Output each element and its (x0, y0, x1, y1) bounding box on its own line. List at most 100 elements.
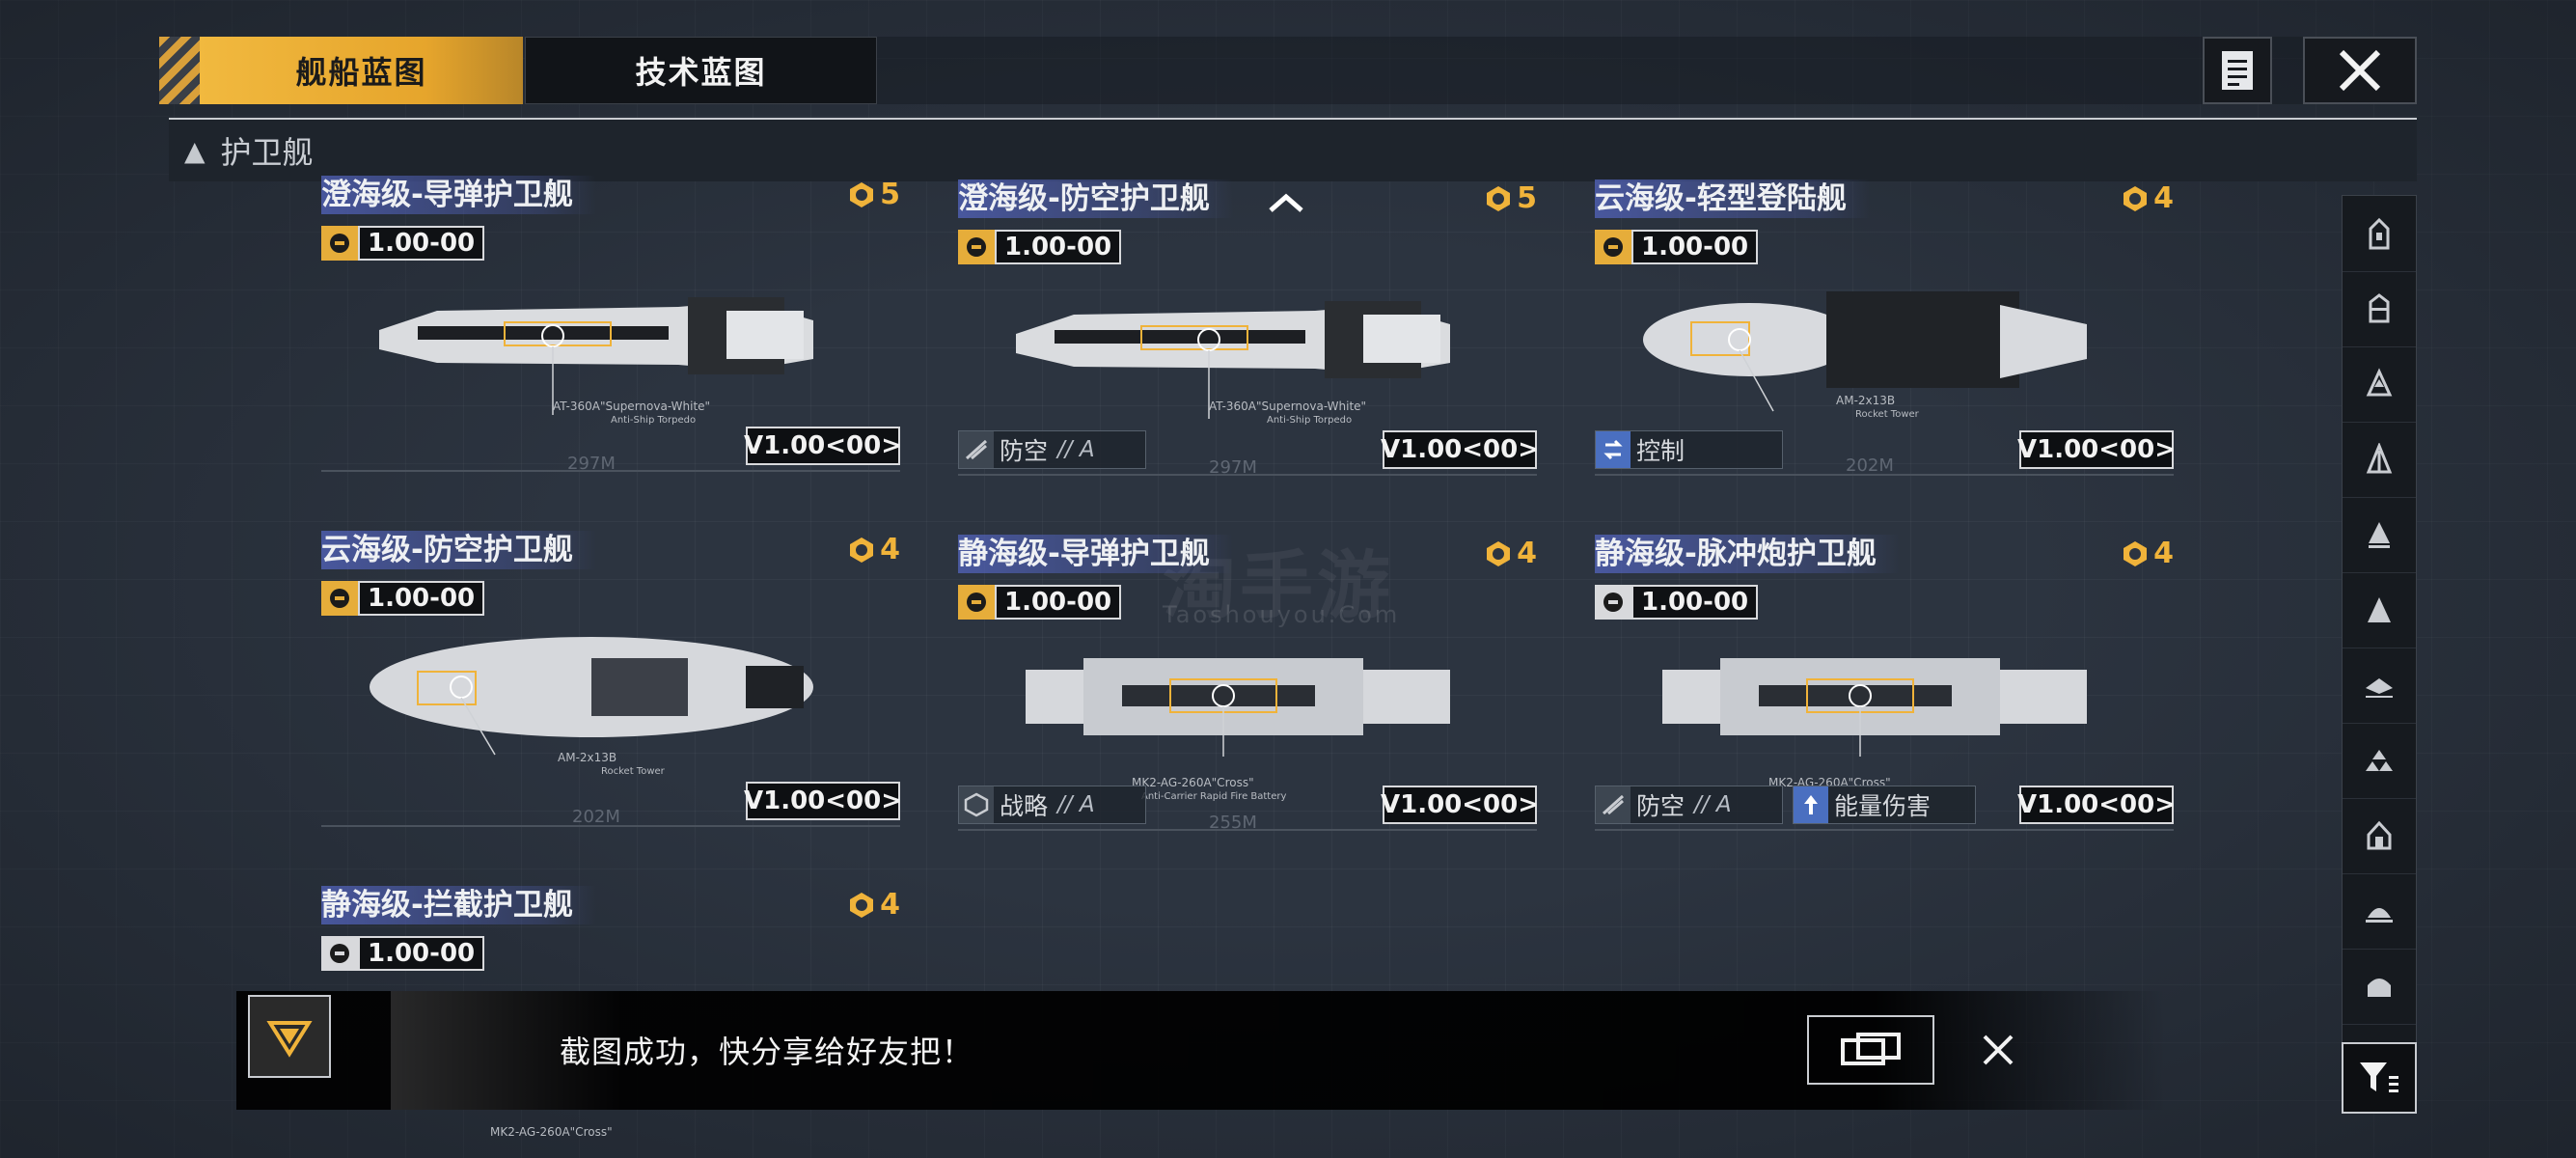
category-header[interactable]: ▲ 护卫舰 (169, 118, 2417, 181)
ship-length: 202M (1846, 455, 1894, 476)
filter-button[interactable] (2342, 1042, 2417, 1114)
weapon-label: MK2-AG-260A"Cross" (1132, 776, 1254, 789)
toast-message: 截图成功，快分享给好友把！ (560, 1034, 974, 1070)
weapon-label: AT-360A"Supernova-White" (553, 400, 711, 413)
weapon-label: AT-360A"Supernova-White" (1209, 400, 1367, 413)
ship-name: 静海级-拦截护卫舰 (321, 886, 596, 924)
filter-class-7[interactable] (2343, 648, 2416, 724)
ship-length: 202M (572, 807, 620, 827)
ship-name: 静海级-脉冲炮护卫舰 (1595, 535, 1900, 573)
ship-card[interactable]: 静海级-导弹护卫舰 4 1.00-00 MK2-AG-260A"Cross" A… (958, 535, 1539, 853)
ship-card[interactable]: 澄海级-导弹护卫舰 5 1.00-00 AT-360A"Supernova-Wh… (321, 176, 902, 494)
list-button[interactable] (2203, 37, 2272, 104)
rank-badge-icon (1487, 540, 1511, 566)
level-icon (321, 581, 358, 616)
strategy-icon (959, 786, 994, 823)
ship-class-icon (2366, 750, 2393, 771)
ship-name: 澄海级-防空护卫舰 (958, 179, 1233, 218)
filter-class-9[interactable] (2343, 798, 2416, 874)
weapon-sub-label: Anti-Ship Torpedo (611, 415, 697, 426)
filter-class-2[interactable] (2343, 271, 2416, 347)
role-tag: 防空 // A (958, 430, 1146, 469)
ship-name: 云海级-轻型登陆舰 (1595, 179, 1870, 218)
ship-class-icon (2369, 293, 2390, 323)
role-tag: 控制 (1595, 430, 1783, 469)
level-icon (958, 230, 995, 264)
version-box: V1.00<00> (2017, 430, 2176, 469)
weapon-label: AM-2x13B (1836, 394, 1896, 407)
card-baseline (1595, 829, 2174, 831)
tab-ship-blueprint[interactable]: 舰船蓝图 (200, 37, 523, 104)
level-value: 1.00-00 (358, 936, 485, 971)
level-icon (958, 585, 995, 620)
ship-card[interactable]: 静海级-脉冲炮护卫舰 4 1.00-00 MK2-AG-260A"Cross" … (1595, 535, 2176, 853)
card-baseline (1595, 474, 2174, 476)
filter-class-3[interactable] (2343, 346, 2416, 423)
card-baseline (321, 470, 900, 472)
ship-name: 云海级-防空护卫舰 (321, 531, 596, 569)
ship-rank: 5 (847, 178, 900, 211)
rank-value: 4 (880, 533, 900, 566)
role-tag: 防空 // A (1595, 786, 1783, 824)
version-box: V1.00<00> (2017, 786, 2176, 824)
level-icon (321, 936, 358, 971)
weapon-label: AM-2x13B (558, 751, 617, 764)
ship-class-icon (2369, 522, 2390, 548)
ship-class-icon (2367, 820, 2392, 850)
level-icon (321, 226, 358, 261)
version-box: V1.00<00> (744, 427, 902, 465)
filter-class-6[interactable] (2343, 572, 2416, 648)
ship-illustration (1026, 658, 1450, 757)
ship-illustration (1662, 658, 2087, 757)
filter-class-10[interactable] (2343, 873, 2416, 950)
share-icon (1841, 1033, 1901, 1065)
role-grade: // A (1057, 792, 1095, 817)
filter-class-11[interactable] (2343, 949, 2416, 1025)
ship-card[interactable]: 云海级-防空护卫舰 4 1.00-00 AM-2x13B Rocket Towe… (321, 531, 902, 849)
weapon-sub-label: Rocket Tower (1855, 409, 1919, 420)
ship-name: 静海级-导弹护卫舰 (958, 535, 1233, 573)
card-baseline (958, 829, 1537, 831)
ship-card[interactable]: 澄海级-防空护卫舰 5 1.00-00 AT-360A"Supernova-Wh… (958, 179, 1539, 498)
filter-class-5[interactable] (2343, 497, 2416, 573)
topbar-rail (877, 37, 2363, 104)
tab-stripe-decoration (159, 37, 200, 104)
control-icon (1596, 431, 1631, 468)
rank-badge-icon (850, 892, 874, 918)
filter-class-1[interactable] (2343, 196, 2416, 272)
ship-rank: 4 (847, 888, 900, 922)
rank-badge-icon (2124, 185, 2148, 211)
ship-card[interactable]: 云海级-轻型登陆舰 4 1.00-00 AM-2x13B Rocket Towe… (1595, 179, 2176, 498)
antiair-icon (959, 431, 994, 468)
role-label: 防空 (1636, 792, 1685, 820)
rank-badge-icon (850, 181, 874, 207)
ship-rank: 4 (1484, 537, 1537, 570)
category-title: 护卫舰 (220, 134, 314, 171)
role-label: 战略 (1000, 792, 1049, 820)
energy-damage-icon (1794, 786, 1828, 823)
rank-value: 4 (880, 888, 900, 922)
rank-badge-icon (1487, 185, 1511, 211)
chevron-up-icon[interactable] (1267, 191, 1305, 216)
ship-rank: 5 (1484, 181, 1537, 215)
game-logo-badge (248, 995, 331, 1078)
share-button[interactable] (1807, 1015, 1934, 1085)
ship-class-icon (2369, 217, 2390, 250)
toast-close-button[interactable] (1963, 1015, 2033, 1085)
rank-value: 5 (1517, 181, 1537, 215)
tab-tech-blueprint[interactable]: 技术蓝图 (525, 37, 877, 104)
collapse-triangle-icon: ▲ (184, 134, 206, 167)
close-icon (2339, 49, 2381, 92)
filter-class-8[interactable] (2343, 723, 2416, 799)
rank-value: 4 (2153, 537, 2174, 570)
ship-class-icon (2368, 597, 2391, 622)
ship-rank: 4 (2121, 181, 2174, 215)
close-button[interactable] (2303, 37, 2417, 104)
version-box: V1.00<00> (1381, 430, 1539, 469)
filter-class-4[interactable] (2343, 422, 2416, 498)
ship-class-filter-rail (2342, 195, 2417, 1114)
ship-class-icon (2368, 979, 2391, 997)
role-grade: // A (1057, 437, 1095, 462)
rank-badge-icon (850, 537, 874, 563)
rank-badge-icon (2124, 540, 2148, 566)
